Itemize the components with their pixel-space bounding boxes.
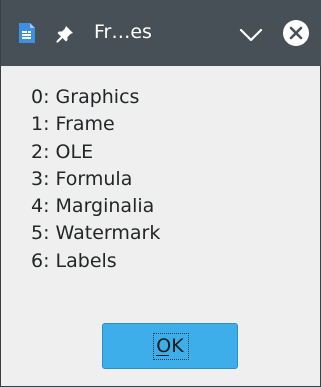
object-type-list: 0: Graphics 1: Frame 2: OLE 3: Formula 4… — [31, 84, 301, 275]
ok-button-label: OK — [156, 335, 184, 357]
list-item: 0: Graphics — [31, 86, 140, 108]
window-title: Fr…es — [94, 21, 152, 43]
document-app-icon — [17, 22, 37, 44]
mnemonic-underline — [156, 355, 169, 356]
dialog-window: Fr…es 0: Graphics 1: Frame 2: OLE 3: For… — [0, 0, 321, 387]
ok-button[interactable]: OK — [102, 323, 238, 369]
title-bar[interactable]: Fr…es — [1, 0, 321, 66]
list-item: 5: Watermark — [31, 222, 161, 245]
close-icon[interactable] — [282, 19, 310, 47]
list-item: 2: OLE — [31, 140, 94, 163]
chevron-down-icon[interactable] — [236, 24, 266, 46]
list-item: 3: Formula — [31, 167, 133, 190]
list-item: 4: Marginalia — [31, 195, 155, 218]
pin-icon[interactable] — [55, 24, 75, 44]
list-item: 1: Frame — [31, 113, 115, 136]
list-item: 6: Labels — [31, 249, 117, 272]
